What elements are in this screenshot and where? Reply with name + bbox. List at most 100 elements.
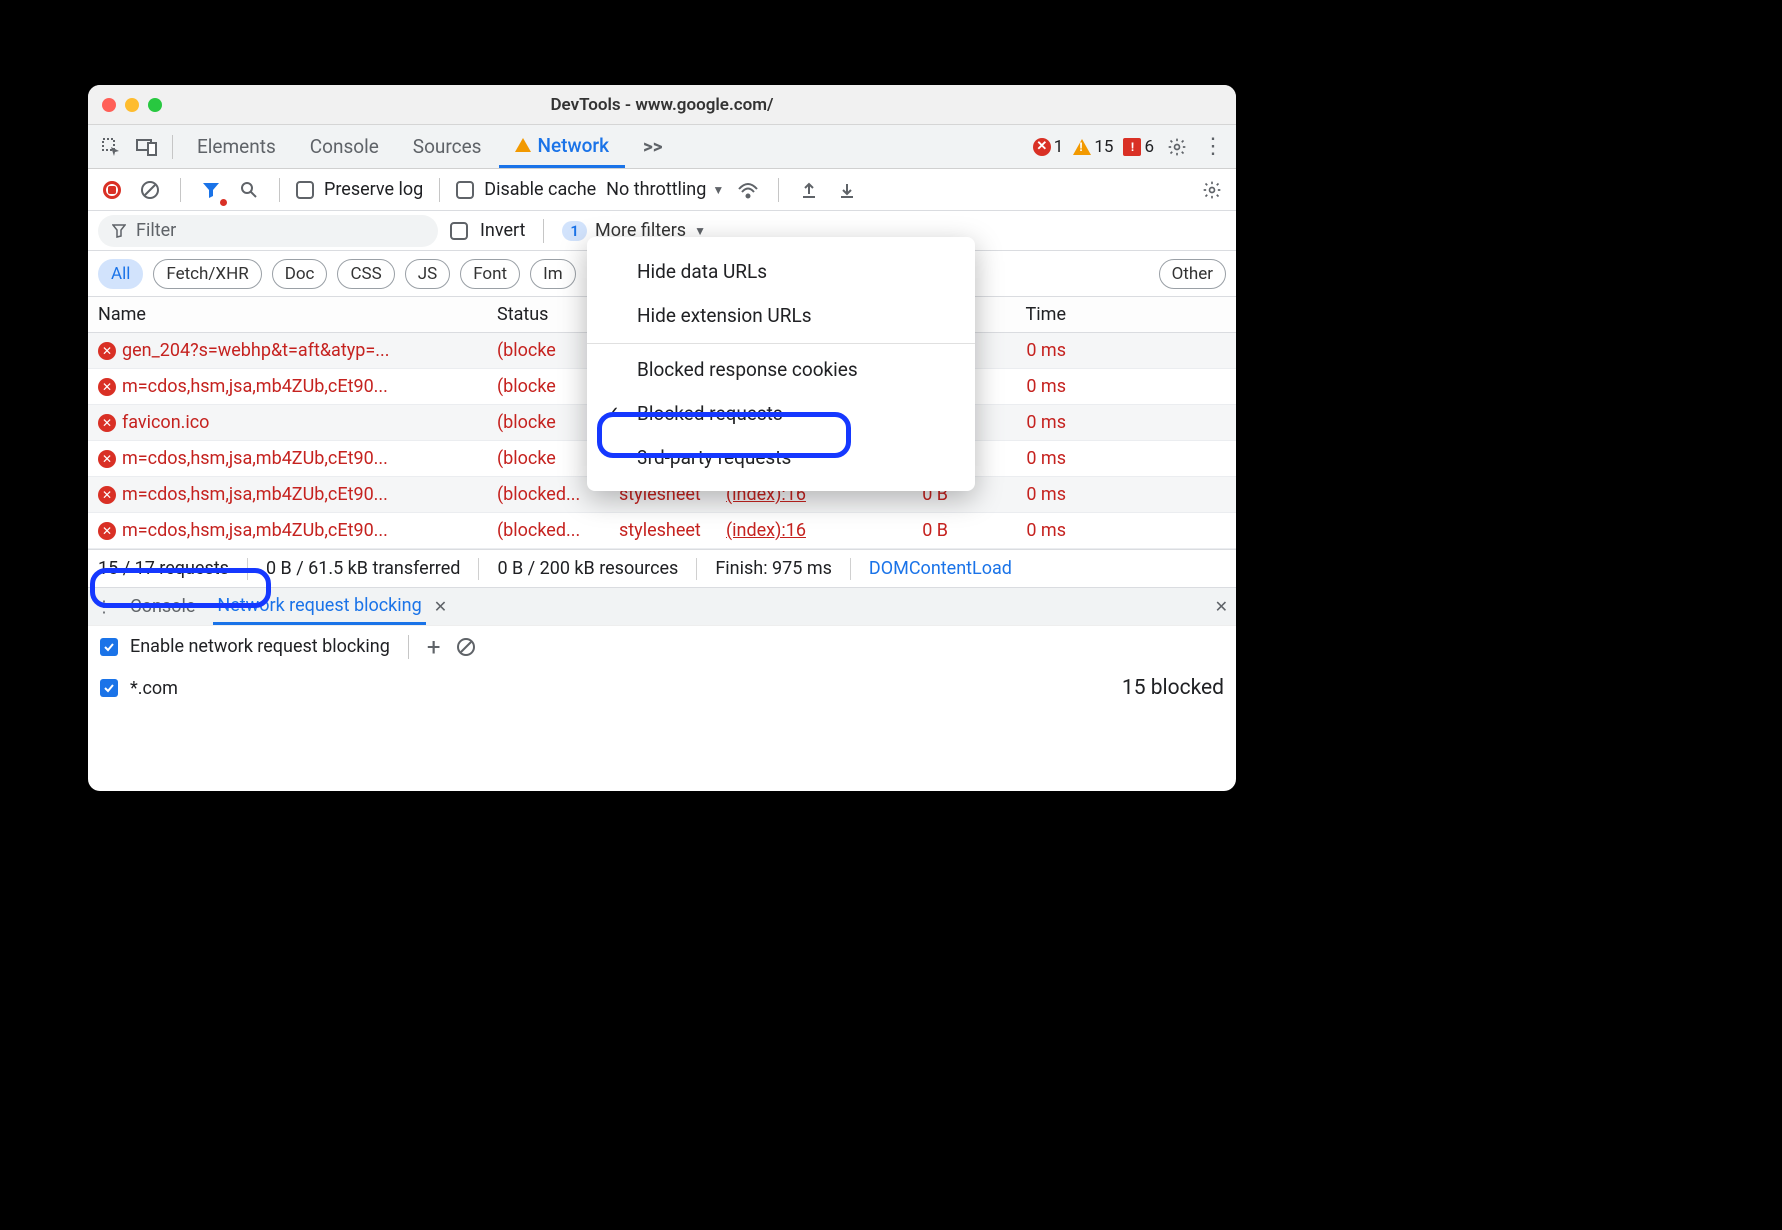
tab-elements[interactable]: Elements bbox=[181, 125, 292, 168]
network-settings-gear-icon[interactable] bbox=[1198, 176, 1226, 204]
divider bbox=[696, 558, 697, 580]
pattern-text: *.com bbox=[130, 678, 178, 699]
divider bbox=[172, 135, 173, 159]
error-count[interactable]: ✕1 bbox=[1033, 137, 1064, 157]
filter-funnel-icon[interactable] bbox=[197, 176, 225, 204]
enable-blocking-label: Enable network request blocking bbox=[130, 636, 390, 657]
row-time: 0 ms bbox=[962, 484, 1080, 505]
divider bbox=[439, 178, 440, 202]
disable-cache-checkbox[interactable] bbox=[456, 181, 474, 199]
drawer-tab-blocking[interactable]: Network request blocking bbox=[213, 588, 425, 625]
col-time[interactable]: Time bbox=[962, 304, 1080, 325]
error-x-icon: ✕ bbox=[98, 486, 116, 504]
close-drawer-icon[interactable]: ✕ bbox=[1215, 597, 1228, 616]
tab-network-label: Network bbox=[537, 134, 609, 157]
divider bbox=[543, 219, 544, 243]
tab-console[interactable]: Console bbox=[294, 125, 395, 168]
add-pattern-icon[interactable]: + bbox=[427, 633, 441, 661]
tab-network[interactable]: Network bbox=[499, 125, 625, 168]
menu-blocked-cookies[interactable]: Blocked response cookies bbox=[587, 343, 975, 391]
menu-hide-extension-urls[interactable]: Hide extension URLs bbox=[587, 293, 975, 337]
preserve-log-checkbox[interactable] bbox=[296, 181, 314, 199]
type-pill-other[interactable]: Other bbox=[1159, 259, 1226, 289]
clear-patterns-icon[interactable] bbox=[452, 633, 480, 661]
check-icon: ✓ bbox=[605, 403, 620, 424]
pattern-blocked-count: 15 blocked bbox=[1122, 676, 1224, 700]
filter-input[interactable]: Filter bbox=[98, 215, 438, 247]
invert-checkbox[interactable] bbox=[450, 222, 468, 240]
type-pill-img[interactable]: Im bbox=[530, 259, 576, 289]
type-pill-fetch[interactable]: Fetch/XHR bbox=[153, 259, 261, 289]
drawer-tab-blocking-label: Network request blocking bbox=[217, 595, 421, 616]
tab-sources[interactable]: Sources bbox=[397, 125, 498, 168]
traffic-lights bbox=[102, 98, 162, 112]
row-name: m=cdos,hsm,jsa,mb4ZUb,cEt90... bbox=[122, 448, 388, 469]
table-row[interactable]: ✕m=cdos,hsm,jsa,mb4ZUb,cEt90... (blocked… bbox=[88, 513, 1236, 549]
status-badges: ✕1 15 !6 bbox=[1033, 137, 1154, 157]
warning-triangle-icon bbox=[515, 138, 531, 152]
error-x-icon: ✕ bbox=[98, 378, 116, 396]
divider bbox=[180, 178, 181, 202]
clear-icon[interactable] bbox=[136, 176, 164, 204]
network-conditions-icon[interactable] bbox=[734, 176, 762, 204]
col-name[interactable]: Name bbox=[88, 304, 497, 325]
menu-3rd-party[interactable]: 3rd-party requests bbox=[587, 435, 975, 479]
titlebar: DevTools - www.google.com/ bbox=[88, 85, 1236, 125]
row-time: 0 ms bbox=[962, 520, 1080, 541]
row-name: m=cdos,hsm,jsa,mb4ZUb,cEt90... bbox=[122, 484, 388, 505]
upload-har-icon[interactable] bbox=[795, 176, 823, 204]
divider bbox=[408, 635, 409, 659]
error-x-icon: ✕ bbox=[98, 522, 116, 540]
row-initiator[interactable]: (index):16 bbox=[726, 520, 846, 541]
drawer-tab-console[interactable]: Console bbox=[126, 588, 199, 625]
transferred-size: 0 B / 61.5 kB transferred bbox=[266, 558, 461, 579]
more-filters-popup: Hide data URLs Hide extension URLs Block… bbox=[587, 237, 975, 491]
close-tab-icon[interactable]: ✕ bbox=[434, 597, 447, 616]
download-har-icon[interactable] bbox=[833, 176, 861, 204]
row-status: (blocked... bbox=[497, 520, 619, 541]
tabs-overflow[interactable]: >> bbox=[627, 125, 679, 168]
row-name: favicon.ico bbox=[122, 412, 209, 433]
throttling-value: No throttling bbox=[606, 179, 706, 200]
pattern-checkbox[interactable] bbox=[100, 679, 118, 697]
type-pill-all[interactable]: All bbox=[98, 259, 143, 289]
throttling-dropdown[interactable]: No throttling ▼ bbox=[606, 179, 724, 200]
type-pill-doc[interactable]: Doc bbox=[272, 259, 328, 289]
maximize-window-button[interactable] bbox=[148, 98, 162, 112]
enable-blocking-checkbox[interactable] bbox=[100, 638, 118, 656]
device-toggle-icon[interactable] bbox=[130, 130, 164, 164]
record-button[interactable] bbox=[98, 176, 126, 204]
window-title: DevTools - www.google.com/ bbox=[88, 95, 1236, 115]
row-name: gen_204?s=webhp&t=aft&atyp=... bbox=[122, 340, 389, 361]
divider bbox=[778, 178, 779, 202]
row-time: 0 ms bbox=[962, 376, 1080, 397]
type-pill-css[interactable]: CSS bbox=[337, 259, 394, 289]
row-size: 0 B bbox=[846, 520, 962, 541]
close-window-button[interactable] bbox=[102, 98, 116, 112]
issues-count[interactable]: !6 bbox=[1123, 137, 1154, 157]
type-pill-font[interactable]: Font bbox=[460, 259, 520, 289]
divider bbox=[850, 558, 851, 580]
row-time: 0 ms bbox=[962, 340, 1080, 361]
more-filters-count: 1 bbox=[562, 221, 587, 241]
settings-gear-icon[interactable] bbox=[1160, 130, 1194, 164]
minimize-window-button[interactable] bbox=[125, 98, 139, 112]
search-icon[interactable] bbox=[235, 176, 263, 204]
error-x-icon: ✕ bbox=[98, 342, 116, 360]
funnel-icon bbox=[112, 224, 126, 238]
kebab-menu-icon[interactable]: ⋮ bbox=[1196, 130, 1230, 164]
warning-count[interactable]: 15 bbox=[1073, 137, 1113, 157]
finish-time: Finish: 975 ms bbox=[715, 558, 832, 579]
blocking-pattern-row[interactable]: *.com 15 blocked bbox=[88, 667, 1236, 709]
divider bbox=[478, 558, 479, 580]
kebab-menu-icon[interactable]: ⋮ bbox=[96, 597, 112, 616]
menu-hide-data-urls[interactable]: Hide data URLs bbox=[587, 249, 975, 293]
resources-size: 0 B / 200 kB resources bbox=[497, 558, 678, 579]
chevron-down-icon: ▼ bbox=[694, 224, 706, 238]
row-time: 0 ms bbox=[962, 448, 1080, 469]
type-pill-js[interactable]: JS bbox=[405, 259, 450, 289]
menu-blocked-requests[interactable]: ✓Blocked requests bbox=[587, 391, 975, 435]
inspect-icon[interactable] bbox=[94, 130, 128, 164]
domcontentloaded-time: DOMContentLoad bbox=[869, 558, 1012, 579]
status-bar: 15 / 17 requests 0 B / 61.5 kB transferr… bbox=[88, 549, 1236, 587]
